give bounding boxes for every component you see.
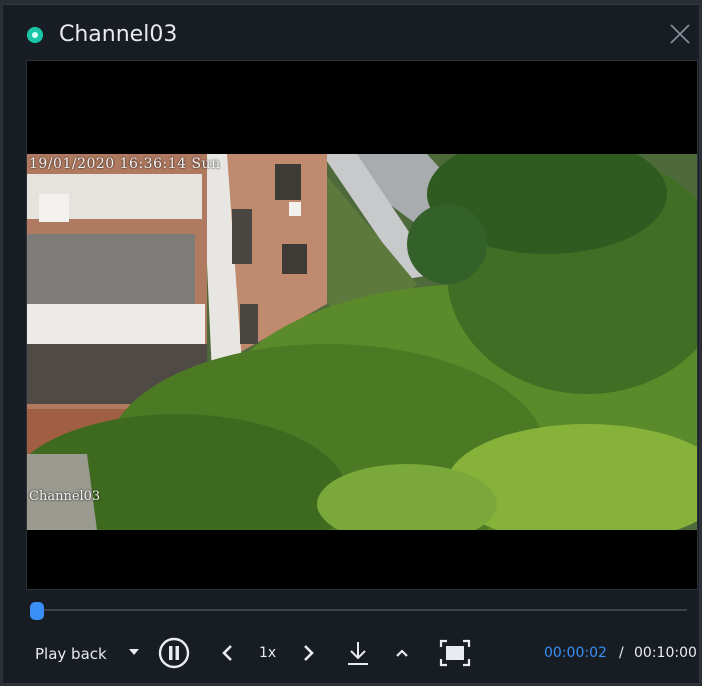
playback-window: Channel03 19/01/2020 16:36:14 Sun Channe… [2, 4, 700, 684]
fullscreen-icon[interactable] [439, 639, 471, 667]
chevron-up-icon[interactable] [393, 643, 411, 663]
playback-mode-label[interactable]: Play back [35, 645, 107, 663]
pause-icon[interactable] [158, 637, 190, 669]
window-title: Channel03 [59, 22, 178, 47]
current-time: 00:00:02 [544, 645, 607, 661]
video-frame: 19/01/2020 16:36:14 Sun Channel03 [27, 154, 697, 530]
total-time: 00:10:00 [634, 645, 697, 661]
chevron-right-icon[interactable] [299, 643, 317, 663]
progress-thumb[interactable] [30, 602, 44, 620]
title-bar: Channel03 [3, 5, 699, 57]
caret-down-icon[interactable] [129, 649, 139, 655]
playback-speed[interactable]: 1x [259, 645, 276, 661]
chevron-left-icon[interactable] [219, 643, 237, 663]
osd-channel-label: Channel03 [29, 489, 101, 504]
progress-track[interactable] [35, 609, 687, 611]
close-icon[interactable] [669, 23, 691, 45]
download-icon[interactable] [345, 639, 371, 667]
playback-controls: Play back 1x 00:00:02 / 00:10:00 [3, 635, 699, 675]
camera-scene-image [27, 154, 697, 530]
time-separator: / [619, 645, 624, 661]
osd-timestamp: 19/01/2020 16:36:14 Sun [29, 156, 221, 172]
status-indicator-icon [27, 27, 43, 43]
video-viewport[interactable]: 19/01/2020 16:36:14 Sun Channel03 [26, 60, 698, 590]
